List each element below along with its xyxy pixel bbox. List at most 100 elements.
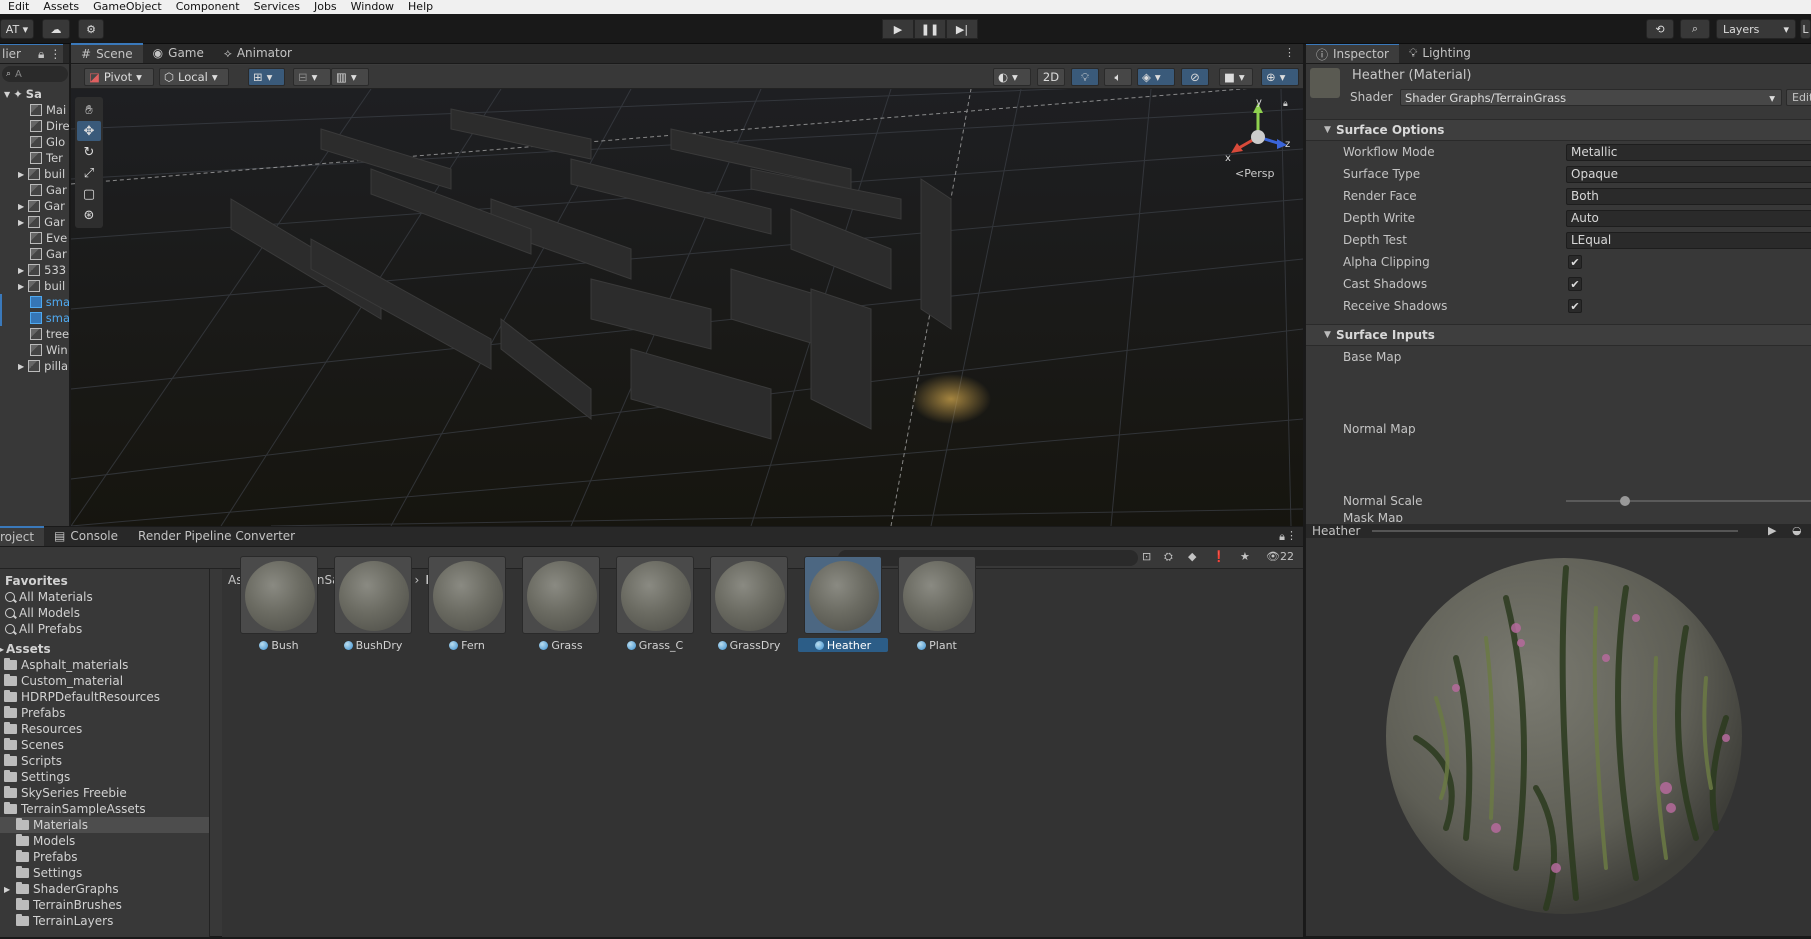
hierarchy-item[interactable]: sma	[0, 294, 69, 310]
lock-icon[interactable]: 🔒︎	[1279, 530, 1285, 544]
surface-option-row[interactable]: Surface Type Opaque	[1306, 163, 1811, 185]
tab-render-pipeline-converter[interactable]: Render Pipeline Converter	[128, 526, 305, 546]
tab-inspector[interactable]: ⓘ Inspector	[1306, 44, 1399, 63]
normal-scale-slider-handle[interactable]	[1620, 496, 1631, 506]
menu-item-help[interactable]: Help	[408, 1, 433, 13]
surface-option-dropdown[interactable]: LEqual	[1566, 231, 1811, 249]
preview-resize-handle[interactable]	[1372, 530, 1738, 532]
scene-gizmo[interactable]: y z x <Persp 🔒︎	[1223, 97, 1293, 180]
surface-option-check-row[interactable]: Receive Shadows ✔	[1306, 295, 1811, 317]
shading-mode-dropdown[interactable]: ◐ ▾	[993, 68, 1031, 86]
favorite-star-icon[interactable]: ★	[1240, 550, 1250, 563]
hierarchy-item[interactable]: Gar	[0, 182, 69, 198]
base-map-row[interactable]: Base Map	[1306, 346, 1811, 368]
surface-option-check-row[interactable]: Cast Shadows ✔	[1306, 273, 1811, 295]
hand-tool-button[interactable]: ✋︎	[77, 100, 101, 120]
layers-dropdown[interactable]: Layers ▾	[1716, 19, 1796, 39]
account-button[interactable]: AT ▾	[0, 19, 34, 39]
hierarchy-item[interactable]: Mai	[0, 102, 69, 118]
surface-option-dropdown[interactable]: Auto	[1566, 209, 1811, 227]
asset-item[interactable]: Plant	[898, 556, 976, 656]
local-dropdown[interactable]: ⬡ Local ▾	[159, 68, 229, 86]
folder-item[interactable]: Custom_material	[0, 673, 209, 689]
history-button[interactable]: ⟲	[1646, 19, 1674, 39]
camera-dropdown[interactable]: ■ ▾	[1219, 68, 1253, 86]
checkbox[interactable]: ✔	[1568, 277, 1582, 291]
layout-dropdown[interactable]: L	[1800, 19, 1811, 39]
hierarchy-item[interactable]: ▶ 533	[0, 262, 69, 278]
hierarchy-item[interactable]: Win	[0, 342, 69, 358]
grid-visibility-toggle[interactable]: ▥ ▾	[331, 68, 369, 86]
surface-option-row[interactable]: Render Face Both	[1306, 185, 1811, 207]
lighting-toggle[interactable]: 💡︎	[1071, 68, 1099, 86]
folder-item[interactable]: Prefabs	[0, 705, 209, 721]
project-search-input[interactable]: ⌕	[838, 550, 1138, 566]
asset-item[interactable]: Heather	[798, 556, 888, 656]
hierarchy-item[interactable]: Glo	[0, 134, 69, 150]
folder-item[interactable]: TerrainLayers	[0, 913, 209, 929]
normal-scale-track[interactable]	[1566, 500, 1811, 502]
folder-item[interactable]: TerrainSampleAssets	[0, 801, 209, 817]
menu-item-edit[interactable]: Edit	[8, 1, 29, 13]
scale-tool-button[interactable]: ⤢	[77, 163, 101, 183]
pause-button[interactable]: ❚❚	[914, 19, 946, 39]
filter-by-type-icon[interactable]: ⛭	[1164, 550, 1173, 564]
material-preview-sphere[interactable]	[1306, 538, 1811, 936]
hierarchy-item[interactable]: Eve	[0, 230, 69, 246]
label-tag-icon[interactable]: ◆	[1188, 550, 1196, 563]
folder-item[interactable]: Models	[0, 833, 209, 849]
menu-item-component[interactable]: Component	[176, 1, 240, 13]
scene-root[interactable]: ▼ ✦ Sa	[0, 86, 69, 102]
normal-map-row[interactable]: Normal Map	[1306, 418, 1811, 440]
surface-options-header[interactable]: ▼ Surface Options	[1306, 119, 1811, 141]
edit-shader-button[interactable]: Edit	[1786, 89, 1811, 106]
tab-lighting[interactable]: 💡︎ Lighting	[1399, 44, 1481, 63]
tab-game[interactable]: ◉ Game	[143, 43, 214, 63]
folder-item[interactable]: Settings	[0, 865, 209, 881]
rotate-tool-button[interactable]: ↻	[77, 142, 101, 162]
effects-toggle[interactable]: ◈ ▾	[1137, 68, 1175, 86]
mask-map-row[interactable]: Mask Map	[1306, 508, 1811, 522]
hierarchy-item[interactable]: Dire	[0, 118, 69, 134]
folder-item[interactable]: Settings	[0, 769, 209, 785]
tab-animator[interactable]: ⟡ Animator	[214, 43, 302, 63]
scene-viewport[interactable]: ✋︎ ✥ ↻ ⤢ ▢ ⊛ y z x <Persp 🔒︎	[71, 89, 1303, 526]
folder-item[interactable]: Scripts	[0, 753, 209, 769]
tab-scene[interactable]: # Scene	[71, 43, 143, 63]
surface-option-row[interactable]: Workflow Mode Metallic	[1306, 141, 1811, 163]
transform-tool-button[interactable]: ⊛	[77, 205, 101, 225]
cloud-button[interactable]: ☁	[42, 19, 70, 39]
surface-option-dropdown[interactable]: Opaque	[1566, 165, 1811, 183]
menu-item-jobs[interactable]: Jobs	[314, 1, 337, 13]
hierarchy-item[interactable]: sma	[0, 310, 69, 326]
assets-header[interactable]: ▸ Assets	[0, 641, 209, 657]
gizmos-dropdown[interactable]: ⊕ ▾	[1261, 68, 1299, 86]
menu-item-window[interactable]: Window	[351, 1, 394, 13]
folder-item[interactable]: HDRPDefaultResources	[0, 689, 209, 705]
rect-tool-button[interactable]: ▢	[77, 184, 101, 204]
surface-option-row[interactable]: Depth Test LEqual	[1306, 229, 1811, 251]
tab-console[interactable]: ▤ Console	[44, 526, 128, 546]
favorite-item[interactable]: All Models	[0, 605, 209, 621]
lock-icon[interactable]: 🔒︎	[1283, 99, 1288, 109]
asset-item[interactable]: GrassDry	[710, 556, 788, 656]
folder-item[interactable]: Prefabs	[0, 849, 209, 865]
pivot-dropdown[interactable]: ◪ Pivot ▾	[84, 68, 154, 86]
2d-toggle[interactable]: 2D	[1037, 68, 1065, 86]
search-by-type-icon[interactable]: ⊡	[1142, 550, 1151, 563]
move-tool-button[interactable]: ✥	[77, 121, 101, 141]
hierarchy-item[interactable]: ▶ buil	[0, 278, 69, 294]
hierarchy-item[interactable]: tree	[0, 326, 69, 342]
hierarchy-item[interactable]: ▶ buil	[0, 166, 69, 182]
surface-option-check-row[interactable]: Alpha Clipping ✔	[1306, 251, 1811, 273]
surface-option-dropdown[interactable]: Both	[1566, 187, 1811, 205]
hierarchy-item[interactable]: ▶ Gar	[0, 214, 69, 230]
hidden-objects-toggle[interactable]: ⊘	[1181, 68, 1209, 86]
folder-item[interactable]: SkySeries Freebie	[0, 785, 209, 801]
collab-button[interactable]: ⚙	[78, 19, 104, 39]
asset-item[interactable]: Fern	[428, 556, 506, 656]
folder-item[interactable]: TerrainBrushes	[0, 897, 209, 913]
folder-item[interactable]: Asphalt_materials	[0, 657, 209, 673]
increment-snap-toggle[interactable]: ⊟ ▾	[293, 68, 331, 86]
checkbox[interactable]: ✔	[1568, 255, 1582, 269]
